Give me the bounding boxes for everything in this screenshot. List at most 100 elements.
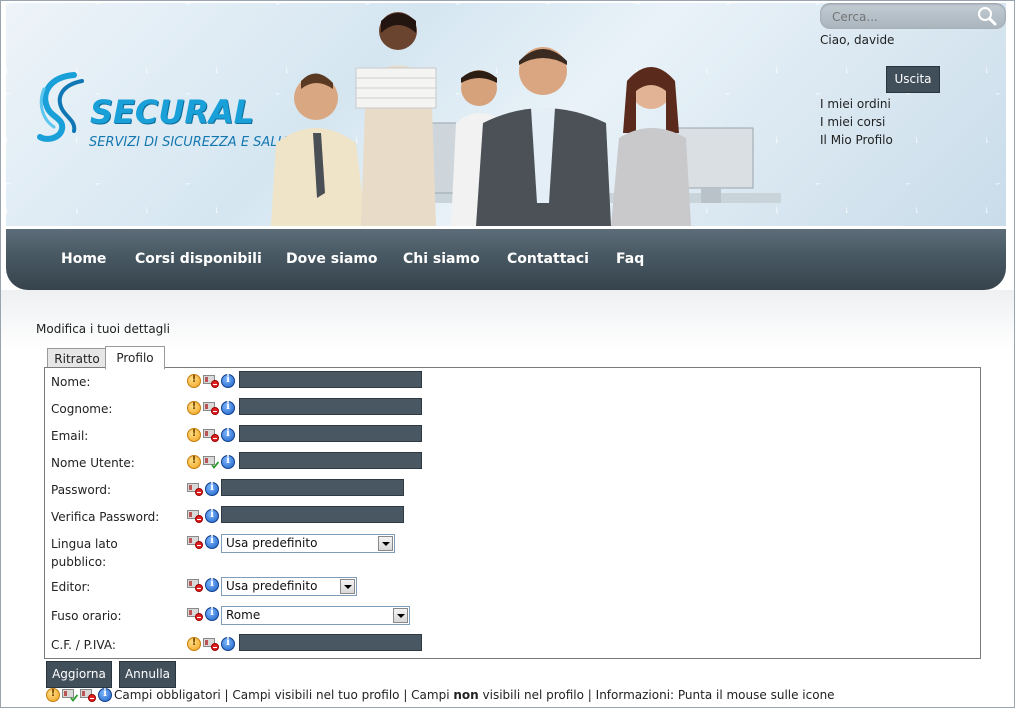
info-icon[interactable] <box>205 482 219 496</box>
legend-separator: | <box>583 688 596 702</box>
visible-field-icon <box>62 688 78 702</box>
language-select[interactable]: Usa predefinito <box>221 534 395 553</box>
legend-hidden-emphasis: non <box>453 688 479 702</box>
tab-profilo[interactable]: Profilo <box>105 346 165 370</box>
info-icon[interactable] <box>205 578 219 592</box>
page-title: Modifica i tuoi dettagli <box>36 322 170 336</box>
legend-hidden-suffix: visibili nel profilo <box>478 688 584 702</box>
user-links: I miei ordini I miei corsi Il Mio Profil… <box>820 95 893 149</box>
info-icon[interactable] <box>205 607 219 621</box>
team-photo <box>271 12 781 226</box>
legend-required: Campi obbligatori <box>114 688 221 702</box>
required-warning-icon <box>46 688 60 702</box>
logo[interactable]: SECURAL SERVIZI DI SICUREZZA E SALUTE <box>34 69 303 159</box>
hidden-field-icon[interactable] <box>203 374 219 388</box>
info-icon[interactable] <box>221 455 235 469</box>
required-warning-icon[interactable] <box>187 374 201 388</box>
nav-item-about[interactable]: Chi siamo <box>403 229 480 290</box>
legend-info: Informazioni: Punta il mouse sulle icone <box>595 688 835 702</box>
editor-select-value: Usa predefinito <box>226 579 318 593</box>
link-my-courses[interactable]: I miei corsi <box>820 113 893 131</box>
field-icons <box>187 455 235 469</box>
chevron-down-icon[interactable] <box>378 536 393 551</box>
hidden-field-icon[interactable] <box>187 578 203 592</box>
info-icon[interactable] <box>221 401 235 415</box>
logo-brand: SECURAL <box>90 93 255 131</box>
info-icon[interactable] <box>221 637 235 651</box>
hidden-field-icon[interactable] <box>187 509 203 523</box>
field-label: Password: <box>51 483 112 497</box>
user-greeting: Ciao, davide <box>820 33 895 47</box>
search-input[interactable] <box>830 7 974 27</box>
field-label: Fuso orario: <box>51 609 122 623</box>
field-label: Editor: <box>51 580 91 594</box>
field-icons <box>187 509 219 523</box>
info-icon[interactable] <box>221 374 235 388</box>
info-icon <box>98 688 112 702</box>
language-select-value: Usa predefinito <box>226 536 318 550</box>
required-warning-icon[interactable] <box>187 637 201 651</box>
hidden-field-icon[interactable] <box>203 401 219 415</box>
hidden-field-icon[interactable] <box>203 428 219 442</box>
field-label: C.F. / P.IVA: <box>51 638 116 652</box>
nav-item-home[interactable]: Home <box>61 229 106 290</box>
legend-separator: | <box>399 688 412 702</box>
timezone-select[interactable]: Rome <box>221 606 410 625</box>
search-box[interactable] <box>820 3 1006 29</box>
nav-item-courses[interactable]: Corsi disponibili <box>135 229 262 290</box>
header-banner: SECURAL SERVIZI DI SICUREZZA E SALUTE Ce… <box>6 3 1006 226</box>
username-input[interactable] <box>239 452 422 469</box>
field-label: Verifica Password: <box>51 510 160 524</box>
hidden-field-icon[interactable] <box>187 482 203 496</box>
visible-field-icon[interactable] <box>203 455 219 469</box>
hidden-field-icon[interactable] <box>187 607 203 621</box>
hidden-field-icon[interactable] <box>187 535 203 549</box>
search-icon[interactable] <box>976 5 998 27</box>
info-icon[interactable] <box>205 509 219 523</box>
hidden-field-icon <box>80 688 96 702</box>
logout-button[interactable]: Uscita <box>886 66 940 93</box>
legend-visible: Campi visibili nel tuo profilo <box>232 688 400 702</box>
field-label: Nome Utente: <box>51 456 135 470</box>
field-icons <box>187 607 219 621</box>
nav-item-locations[interactable]: Dove siamo <box>286 229 378 290</box>
field-label: Cognome: <box>51 402 113 416</box>
field-icons <box>187 428 235 442</box>
tax-code-input[interactable] <box>239 634 422 651</box>
timezone-select-value: Rome <box>226 608 261 622</box>
nav-item-contact[interactable]: Contattaci <box>507 229 589 290</box>
field-icons <box>187 578 219 592</box>
required-warning-icon[interactable] <box>187 401 201 415</box>
link-my-orders[interactable]: I miei ordini <box>820 95 893 113</box>
tab-ritratto[interactable]: Ritratto <box>47 348 107 369</box>
logo-mark-icon <box>37 72 84 142</box>
password-input[interactable] <box>221 479 404 496</box>
legend-hidden-prefix: Campi <box>411 688 454 702</box>
email-input[interactable] <box>239 425 422 442</box>
info-icon[interactable] <box>221 428 235 442</box>
verify-password-input[interactable] <box>221 506 404 523</box>
field-legend: Campi obbligatori | Campi visibili nel t… <box>46 687 835 703</box>
field-icons <box>187 482 219 496</box>
field-icons <box>187 637 235 651</box>
field-icons <box>187 401 235 415</box>
cancel-button[interactable]: Annulla <box>119 661 176 688</box>
nome-input[interactable] <box>239 371 422 388</box>
nav-item-faq[interactable]: Faq <box>616 229 644 290</box>
hidden-field-icon[interactable] <box>203 637 219 651</box>
link-my-profile[interactable]: Il Mio Profilo <box>820 131 893 149</box>
profile-form: Nome: Cognome: Email: Nome Utente: P <box>44 367 981 659</box>
chevron-down-icon[interactable] <box>393 608 408 623</box>
required-warning-icon[interactable] <box>187 455 201 469</box>
update-button[interactable]: Aggiorna <box>46 661 112 688</box>
cognome-input[interactable] <box>239 398 422 415</box>
field-label: Email: <box>51 429 89 443</box>
field-label: Lingua lato pubblico: <box>51 537 118 569</box>
info-icon[interactable] <box>205 535 219 549</box>
content-background <box>1 290 1014 350</box>
field-label: Nome: <box>51 375 91 389</box>
editor-select[interactable]: Usa predefinito <box>221 577 357 596</box>
required-warning-icon[interactable] <box>187 428 201 442</box>
chevron-down-icon[interactable] <box>340 579 355 594</box>
field-icons <box>187 374 235 388</box>
